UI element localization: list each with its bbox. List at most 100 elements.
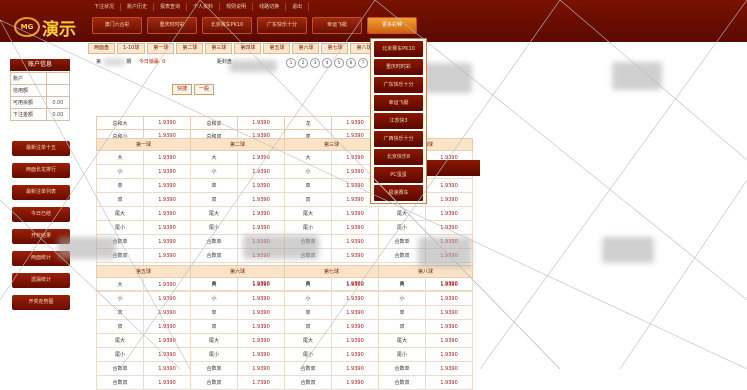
odds-cell[interactable]: 1.9390 bbox=[237, 116, 285, 130]
top-link[interactable]: 规则说明 bbox=[220, 3, 254, 11]
dropdown-item[interactable]: 广西快乐十分 bbox=[374, 131, 423, 147]
odds-cell[interactable]: 1.9390 bbox=[425, 178, 473, 193]
sub-tab[interactable]: 第一球 bbox=[147, 43, 175, 54]
summary-row: 总和大 1.9390 总和单 1.9390 龙 1.9390 bbox=[96, 116, 379, 130]
odds-cell[interactable]: 1.9390 bbox=[143, 220, 191, 235]
nav-tab[interactable]: 幸运飞艇 bbox=[312, 17, 362, 34]
bet-label: 总和单 bbox=[190, 116, 238, 130]
sub-tab[interactable]: 第四球 bbox=[234, 43, 262, 54]
odds-cell[interactable]: 1.9390 bbox=[237, 206, 285, 221]
odds-cell[interactable]: 1.9390 bbox=[331, 319, 379, 334]
odds-cell[interactable]: 1.9390 bbox=[425, 206, 473, 221]
odds-cell[interactable]: 1.9390 bbox=[425, 347, 473, 362]
dropdown-item[interactable]: 江苏快3 bbox=[374, 113, 423, 129]
normal-bet-chip[interactable]: 一般 bbox=[193, 84, 214, 95]
nav-tab[interactable]: 北京赛车PK10 bbox=[202, 17, 252, 34]
nav-tab[interactable]: 更多彩种 bbox=[367, 17, 417, 34]
odds-cell[interactable]: 1.9390 bbox=[331, 220, 379, 235]
odds-cell[interactable]: 1.9390 bbox=[425, 305, 473, 320]
odds-cell[interactable]: 1.9390 bbox=[331, 375, 379, 390]
top-link[interactable]: 线路切换 bbox=[253, 3, 287, 11]
odds-cell[interactable]: 1.9390 bbox=[331, 206, 379, 221]
sidebar-button[interactable]: 开奖走势图 bbox=[12, 295, 70, 310]
odds-cell[interactable]: 1.9390 bbox=[143, 234, 191, 249]
odds-cell[interactable]: 1.9390 bbox=[143, 347, 191, 362]
sidebar-button[interactable]: 两面长龙排行 bbox=[12, 163, 70, 178]
top-link[interactable]: 账户历史 bbox=[121, 3, 155, 11]
top-link[interactable]: 报表查询 bbox=[154, 3, 188, 11]
odds-cell[interactable]: 1.9390 bbox=[143, 305, 191, 320]
bet-label: 尾大 bbox=[190, 206, 238, 221]
odds-cell[interactable]: 1.9390 bbox=[237, 220, 285, 235]
bet-label: 尾大 bbox=[378, 206, 426, 221]
odds-cell[interactable]: 1.9390 bbox=[237, 277, 285, 292]
sidebar-button[interactable]: 今日已结 bbox=[12, 207, 70, 222]
odds-cell[interactable]: 1.9390 bbox=[331, 347, 379, 362]
account-label: 可用余额 bbox=[10, 96, 47, 109]
odds-cell[interactable]: 1.9390 bbox=[425, 291, 473, 306]
odds-cell[interactable]: 1.9390 bbox=[331, 248, 379, 263]
result-ball: 5 bbox=[334, 58, 344, 68]
odds-cell[interactable]: 1.9390 bbox=[237, 333, 285, 348]
odds-cell[interactable]: 1.9390 bbox=[331, 277, 379, 292]
odds-cell[interactable]: 1.9390 bbox=[331, 305, 379, 320]
odds-cell[interactable]: 1.9390 bbox=[143, 333, 191, 348]
odds-cell[interactable]: 1.9390 bbox=[143, 291, 191, 306]
odds-cell[interactable]: 1.9390 bbox=[237, 150, 285, 165]
dropdown-item[interactable]: 幸运飞艇 bbox=[374, 95, 423, 111]
odds-cell[interactable]: 1.9390 bbox=[237, 164, 285, 179]
result-ball: 3 bbox=[310, 58, 320, 68]
odds-cell[interactable]: 1.9390 bbox=[143, 164, 191, 179]
nav-tab[interactable]: 重庆时时彩 bbox=[147, 17, 197, 34]
sidebar-button[interactable]: 遗漏统计 bbox=[12, 273, 70, 288]
odds-cell[interactable]: 1.9390 bbox=[143, 206, 191, 221]
odds-cell[interactable]: 1.9390 bbox=[143, 116, 191, 130]
odds-cell[interactable]: 1.9390 bbox=[331, 291, 379, 306]
odds-cell[interactable]: 1.9390 bbox=[237, 178, 285, 193]
sub-tab[interactable]: 第五球 bbox=[263, 43, 291, 54]
dropdown-item[interactable]: 北京快乐8 bbox=[374, 149, 423, 165]
odds-cell[interactable]: 1.9390 bbox=[143, 319, 191, 334]
odds-cell[interactable]: 1.9390 bbox=[143, 248, 191, 263]
nav-tab[interactable]: 澳门六合彩 bbox=[92, 17, 142, 34]
odds-cell[interactable]: 1.9390 bbox=[143, 150, 191, 165]
quick-bet-chip[interactable]: 快捷 bbox=[172, 84, 193, 95]
sub-tab[interactable]: 第六球 bbox=[292, 43, 320, 54]
odds-cell[interactable]: 1.9390 bbox=[237, 305, 285, 320]
dropdown-item[interactable]: 广东快乐十分 bbox=[374, 77, 423, 93]
sub-tab[interactable]: 第三球 bbox=[205, 43, 233, 54]
odds-cell[interactable]: 1.7390 bbox=[237, 375, 285, 390]
odds-cell[interactable]: 1.9390 bbox=[143, 178, 191, 193]
odds-cell[interactable]: 1.9390 bbox=[237, 319, 285, 334]
odds-cell[interactable]: 1.9390 bbox=[331, 234, 379, 249]
odds-cell[interactable]: 1.9390 bbox=[425, 375, 473, 390]
sub-tab[interactable]: 两面盘 bbox=[88, 43, 116, 54]
odds-cell[interactable]: 1.9390 bbox=[237, 347, 285, 362]
odds-cell[interactable]: 1.9390 bbox=[143, 192, 191, 207]
sub-tab[interactable]: 第七球 bbox=[321, 43, 349, 54]
odds-cell[interactable]: 1.9390 bbox=[143, 375, 191, 390]
top-link[interactable]: 个人资料 bbox=[187, 3, 221, 11]
odds-cell[interactable]: 1.9390 bbox=[237, 192, 285, 207]
side-action-button[interactable] bbox=[420, 160, 480, 176]
sidebar-button[interactable]: 最新注单十五 bbox=[12, 141, 70, 156]
nav-tab[interactable]: 广东快乐十分 bbox=[257, 17, 307, 34]
odds-cell[interactable]: 1.9390 bbox=[425, 277, 473, 292]
sub-tab[interactable]: 1-10球 bbox=[117, 43, 146, 54]
odds-cell[interactable]: 1.9390 bbox=[425, 333, 473, 348]
sub-tab[interactable]: 第二球 bbox=[176, 43, 204, 54]
dropdown-item[interactable]: 重庆时时彩 bbox=[374, 59, 423, 75]
dropdown-item[interactable]: 极速赛车 bbox=[374, 185, 423, 201]
odds-cell[interactable]: 1.9390 bbox=[425, 220, 473, 235]
dropdown-item[interactable]: PC蛋蛋 bbox=[374, 167, 423, 183]
odds-cell[interactable]: 1.9390 bbox=[237, 291, 285, 306]
sidebar-button[interactable]: 最新注单列表 bbox=[12, 185, 70, 200]
odds-cell[interactable]: 1.9390 bbox=[425, 192, 473, 207]
odds-cell[interactable]: 1.9390 bbox=[425, 319, 473, 334]
top-link[interactable]: 下注状况 bbox=[88, 3, 122, 11]
bet-label: 双 bbox=[96, 319, 144, 334]
odds-cell[interactable]: 1.9390 bbox=[143, 277, 191, 292]
dropdown-item[interactable]: 北京赛车PK10 bbox=[374, 41, 423, 57]
odds-cell[interactable]: 1.9390 bbox=[331, 333, 379, 348]
top-link[interactable]: 退出 bbox=[286, 3, 310, 11]
